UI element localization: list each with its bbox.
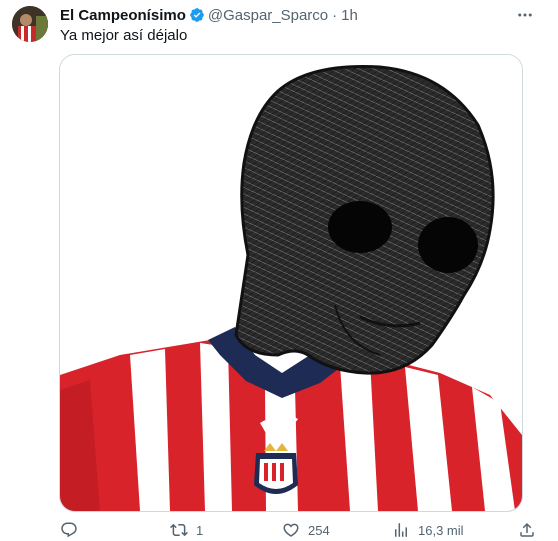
retweet-icon bbox=[170, 523, 188, 537]
author-name[interactable]: El Campeonísimo bbox=[60, 7, 186, 24]
tweet-header: El Campeonísimo @Gaspar_Sparco · 1h bbox=[60, 5, 546, 25]
author-handle[interactable]: @Gaspar_Sparco bbox=[208, 7, 328, 24]
reply-button[interactable] bbox=[60, 521, 86, 539]
like-count: 254 bbox=[308, 522, 330, 538]
avatar[interactable] bbox=[12, 6, 48, 42]
views-button[interactable]: 16,3 mil bbox=[392, 521, 464, 539]
like-button[interactable]: 254 bbox=[282, 521, 330, 539]
share-icon bbox=[520, 522, 534, 537]
separator-dot: · bbox=[332, 6, 338, 24]
tweet-media-image[interactable] bbox=[59, 54, 523, 512]
meme-illustration bbox=[60, 55, 522, 511]
reply-icon bbox=[61, 522, 77, 538]
tweet-timestamp[interactable]: 1h bbox=[341, 7, 358, 24]
like-icon bbox=[283, 523, 299, 537]
views-count: 16,3 mil bbox=[418, 522, 464, 538]
tweet: El Campeonísimo @Gaspar_Sparco · 1h Ya m… bbox=[0, 0, 558, 541]
tweet-actions: 1 254 16,3 mil bbox=[60, 520, 540, 540]
more-icon[interactable] bbox=[516, 6, 534, 24]
retweet-count: 1 bbox=[196, 522, 204, 538]
tweet-text: Ya mejor así déjalo bbox=[60, 27, 188, 44]
views-icon bbox=[395, 523, 407, 537]
share-button[interactable] bbox=[518, 521, 536, 539]
verified-badge-icon bbox=[189, 7, 205, 23]
retweet-button[interactable]: 1 bbox=[170, 521, 203, 539]
